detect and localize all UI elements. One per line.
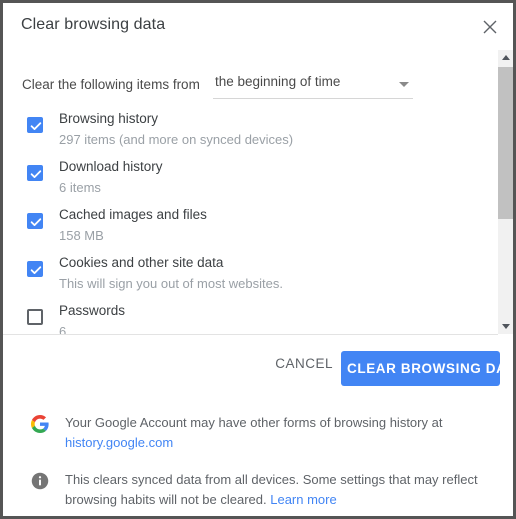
checkbox-sublabel: This will sign you out of most websites.: [59, 276, 283, 291]
sync-info-note-text: This clears synced data from all devices…: [65, 463, 491, 510]
checkbox-text: Cached images and files 158 MB: [59, 204, 479, 246]
checkbox-label: Browsing history: [59, 111, 159, 126]
checkbox-text: Passwords 6: [59, 300, 479, 334]
chevron-down-icon: [399, 82, 409, 87]
cancel-button[interactable]: CANCEL: [267, 350, 341, 377]
learn-more-link[interactable]: Learn more: [270, 492, 336, 507]
checkbox-row-cached-images-and-files[interactable]: Cached images and files 158 MB: [3, 206, 493, 254]
scrollbar[interactable]: [498, 50, 513, 334]
checkbox-label: Download history: [59, 159, 163, 174]
data-type-checkbox-list: Browsing history 297 items (and more on s…: [3, 110, 493, 334]
checkbox-checked-icon[interactable]: [27, 165, 43, 181]
scroll-up-glyph: [501, 55, 510, 60]
checkbox-sublabel: 297 items (and more on synced devices): [59, 132, 294, 147]
checkbox-checked-icon[interactable]: [27, 213, 43, 229]
checkbox-text: Cookies and other site data This will sig…: [59, 252, 479, 294]
dialog-title-bar: Clear browsing data: [3, 3, 513, 50]
options-scroll-region: Clear the following items from the begin…: [3, 50, 513, 334]
checkbox-label: Cached images and files: [59, 207, 207, 222]
checkbox-text: Download history 6 items: [59, 156, 479, 198]
google-account-note: Your Google Account may have other forms…: [3, 401, 513, 453]
checkbox-text: Browsing history 297 items (and more on s…: [59, 108, 479, 150]
scroll-down-arrow-icon[interactable]: [498, 319, 513, 334]
checkbox-row-download-history[interactable]: Download history 6 items: [3, 158, 493, 206]
scroll-down-glyph: [501, 324, 510, 329]
time-range-dropdown[interactable]: the beginning of time: [213, 71, 413, 99]
checkbox-sublabel: 6 items: [59, 180, 101, 195]
checkbox-row-passwords[interactable]: Passwords 6: [3, 302, 493, 334]
close-icon[interactable]: [478, 15, 502, 39]
scroll-up-arrow-icon[interactable]: [498, 50, 513, 65]
checkbox-sublabel: 6: [59, 324, 67, 334]
time-range-label: Clear the following items from: [22, 77, 200, 92]
info-icon: [31, 472, 49, 490]
time-range-selected-value: the beginning of time: [215, 74, 341, 89]
checkbox-row-cookies-and-other-site-data[interactable]: Cookies and other site data This will sig…: [3, 254, 493, 302]
checkbox-label: Cookies and other site data: [59, 255, 224, 270]
dialog-footer: Your Google Account may have other forms…: [3, 401, 513, 510]
checkbox-label: Passwords: [59, 303, 126, 318]
scrollbar-thumb[interactable]: [498, 67, 513, 219]
checkbox-checked-icon[interactable]: [27, 117, 43, 133]
time-range-row: Clear the following items from the begin…: [3, 71, 513, 105]
google-account-note-text: Your Google Account may have other forms…: [65, 401, 491, 453]
checkbox-checked-icon[interactable]: [27, 261, 43, 277]
dialog-action-bar: CANCEL CLEAR BROWSING DATA: [3, 335, 513, 395]
history-google-link[interactable]: history.google.com: [65, 435, 173, 450]
clear-browsing-data-dialog: Clear browsing data Clear the following …: [0, 0, 516, 519]
sync-info-note: This clears synced data from all devices…: [3, 463, 513, 510]
checkbox-sublabel: 158 MB: [59, 228, 104, 243]
clear-browsing-data-button[interactable]: CLEAR BROWSING DATA: [341, 351, 513, 386]
checkbox-unchecked-icon[interactable]: [27, 309, 43, 325]
google-logo-icon: [31, 415, 49, 433]
google-account-note-body: Your Google Account may have other forms…: [65, 415, 443, 430]
page-title: Clear browsing data: [21, 16, 166, 33]
checkbox-row-browsing-history[interactable]: Browsing history 297 items (and more on s…: [3, 110, 493, 158]
